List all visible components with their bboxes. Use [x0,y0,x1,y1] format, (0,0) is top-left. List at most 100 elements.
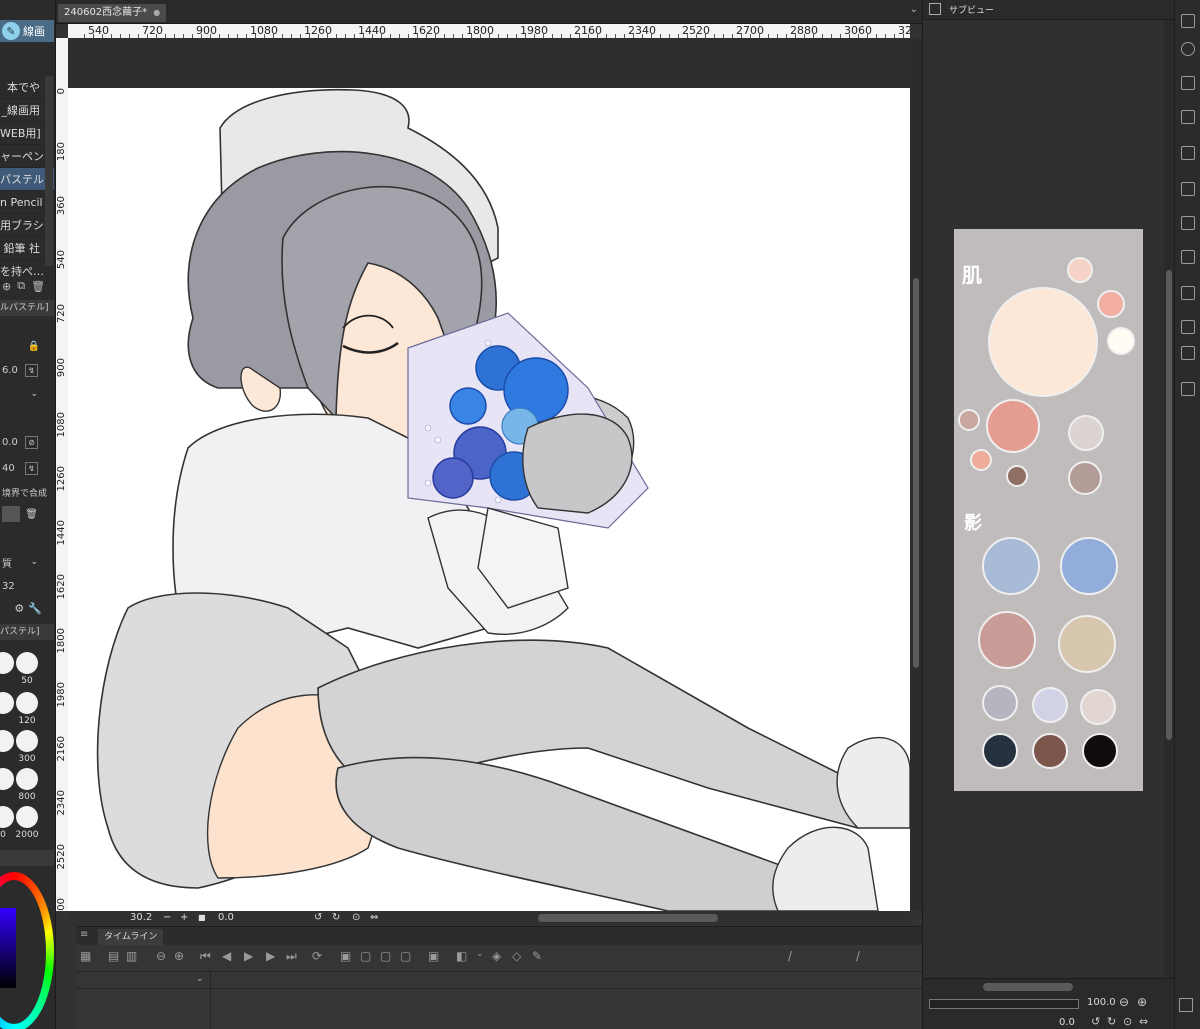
next-frame-icon[interactable]: ▶ [266,949,275,963]
prev-frame-icon[interactable]: ◀ [222,949,231,963]
onion-skin-icon[interactable]: ▣ [428,949,439,963]
canvas-horizontal-scrollbar[interactable] [538,914,718,922]
flip-icon[interactable]: ⇔ [370,911,378,925]
canvas-vertical-scrollbar[interactable] [910,38,922,911]
cel-icon[interactable]: ▣ [340,949,351,963]
timeline-track-row[interactable]: ⌄ [76,971,922,989]
prop-row[interactable] [0,528,54,548]
rotate-right-icon[interactable]: ↻ [1107,1015,1116,1028]
close-icon[interactable]: ● [153,4,160,22]
menu-icon[interactable]: ≡ [80,929,88,940]
color-wheel[interactable] [0,872,54,1029]
color-swatch[interactable] [1107,327,1135,355]
prop-texture[interactable]: 🗑 [0,504,54,524]
brush-size-preset[interactable]: 50 [14,652,40,688]
color-swatch[interactable] [1006,465,1028,487]
scroll-thumb[interactable] [913,278,919,668]
pen-icon[interactable]: ✎ [532,949,542,963]
color-swatch[interactable] [986,399,1040,453]
zoom-value[interactable]: 30.2 [130,911,152,925]
color-swatch[interactable] [1097,290,1125,318]
prop-density[interactable]: 0.0 ⊘ [0,432,54,452]
prop-blend[interactable]: 境界で合成 [0,482,54,502]
scroll-thumb[interactable] [1166,270,1172,740]
reset-rotation-icon[interactable]: ⊙ [1123,1015,1132,1028]
dynamics-icon[interactable]: ↯ [25,363,38,377]
layer-icon[interactable] [1181,182,1195,196]
expand-icon[interactable] [1179,998,1193,1012]
chevron-down-icon[interactable]: ⌄ [910,4,918,15]
color-swatch[interactable] [978,611,1036,669]
color-swatch[interactable] [1032,733,1068,769]
color-swatch[interactable] [1068,461,1102,495]
camera-icon[interactable]: ◧ [456,949,467,963]
first-frame-icon[interactable]: ⏮ [200,949,211,964]
keyframe-icon[interactable]: ◈ [492,949,501,963]
layer-icon[interactable] [1181,382,1195,396]
prop-dropdown[interactable]: ⌄ [0,384,54,404]
delete-brush-icon[interactable]: 🗑 [31,280,45,293]
zoom-out-button[interactable]: − [163,911,171,925]
rotate-left-icon[interactable]: ↺ [1091,1015,1100,1028]
subview-rotation-value[interactable]: 0.0 [1059,1017,1075,1028]
material-icon[interactable] [1181,320,1195,334]
color-swatch[interactable] [970,449,992,471]
prop-quality[interactable]: 質 ⌄ [0,552,54,572]
color-swatch[interactable] [1082,733,1118,769]
subview-scrollbar[interactable] [1164,20,1174,978]
rotate-left-icon[interactable]: ↺ [314,911,322,925]
dynamics-icon[interactable]: ⊘ [25,435,38,449]
history-icon[interactable] [1181,346,1195,360]
timeline-splitter[interactable] [210,971,211,1029]
timeline-tab[interactable]: タイムライン [98,929,164,945]
keyframe-icon[interactable]: ◇ [512,949,521,963]
subview-zoom-slider[interactable] [929,999,1079,1009]
brush-size-preset[interactable]: 120 [14,692,40,728]
brush-group-tab[interactable]: ✎ 線画 [0,20,54,42]
last-frame-icon[interactable]: ⏭ [286,949,297,964]
layer-icon[interactable] [1181,286,1195,300]
zoom-out-icon[interactable]: ⊖ [156,949,166,963]
subview-zoom-value[interactable]: 100.0 [1087,997,1116,1008]
layer-icon[interactable] [1181,146,1195,160]
color-swatch[interactable] [982,733,1018,769]
chevron-down-icon[interactable]: ⌄ [476,949,484,959]
trash-icon[interactable]: 🗑 [25,509,38,520]
new-timeline-icon[interactable]: ▦ [80,949,91,963]
brush-size-preset[interactable]: 800 [14,768,40,804]
brush-size-preset[interactable]: 300 [14,730,40,766]
wrench-icon[interactable]: 🔧 [28,602,42,615]
cel-icon[interactable]: ▢ [380,949,391,963]
dynamics-icon[interactable]: ↯ [25,461,38,475]
loop-icon[interactable]: ⟳ [312,949,322,963]
fit-icon[interactable]: ■ [198,911,206,925]
cel-icon[interactable]: ▢ [400,949,411,963]
color-swatch[interactable] [988,287,1098,397]
duplicate-brush-icon[interactable]: ⧉ [17,279,25,293]
brush-list-scrollbar[interactable] [45,76,53,266]
color-swatch[interactable] [1058,615,1116,673]
color-swatch[interactable] [1068,415,1104,451]
zoom-out-icon[interactable]: ⊖ [1119,995,1129,1009]
color-swatch[interactable] [982,537,1040,595]
prop-blank[interactable] [0,408,54,428]
lock-icon[interactable]: 🔒 [28,341,40,352]
import-icon[interactable] [1181,216,1195,230]
cel-icon[interactable]: ▢ [360,949,371,963]
layer-icon[interactable] [1181,110,1195,124]
layer-property-icon[interactable] [1181,76,1195,90]
prop-stabilize[interactable]: 32 [0,576,54,596]
reset-rotation-icon[interactable]: ⊙ [352,911,360,925]
zoom-in-icon[interactable]: ⊕ [174,949,184,963]
camera-icon[interactable] [1181,250,1195,264]
texture-swatch[interactable] [2,506,20,522]
brush-size-preset[interactable]: 2000 [14,806,40,842]
rotate-right-icon[interactable]: ↻ [332,911,340,925]
color-swatch[interactable] [1060,537,1118,595]
flip-icon[interactable]: ⇔ [1139,1015,1148,1028]
zoom-in-button[interactable]: + [180,911,188,925]
zoom-in-icon[interactable]: ⊕ [1137,995,1147,1009]
color-swatch[interactable] [958,409,980,431]
color-swatch[interactable] [1080,689,1116,725]
rotation-value[interactable]: 0.0 [218,911,234,925]
